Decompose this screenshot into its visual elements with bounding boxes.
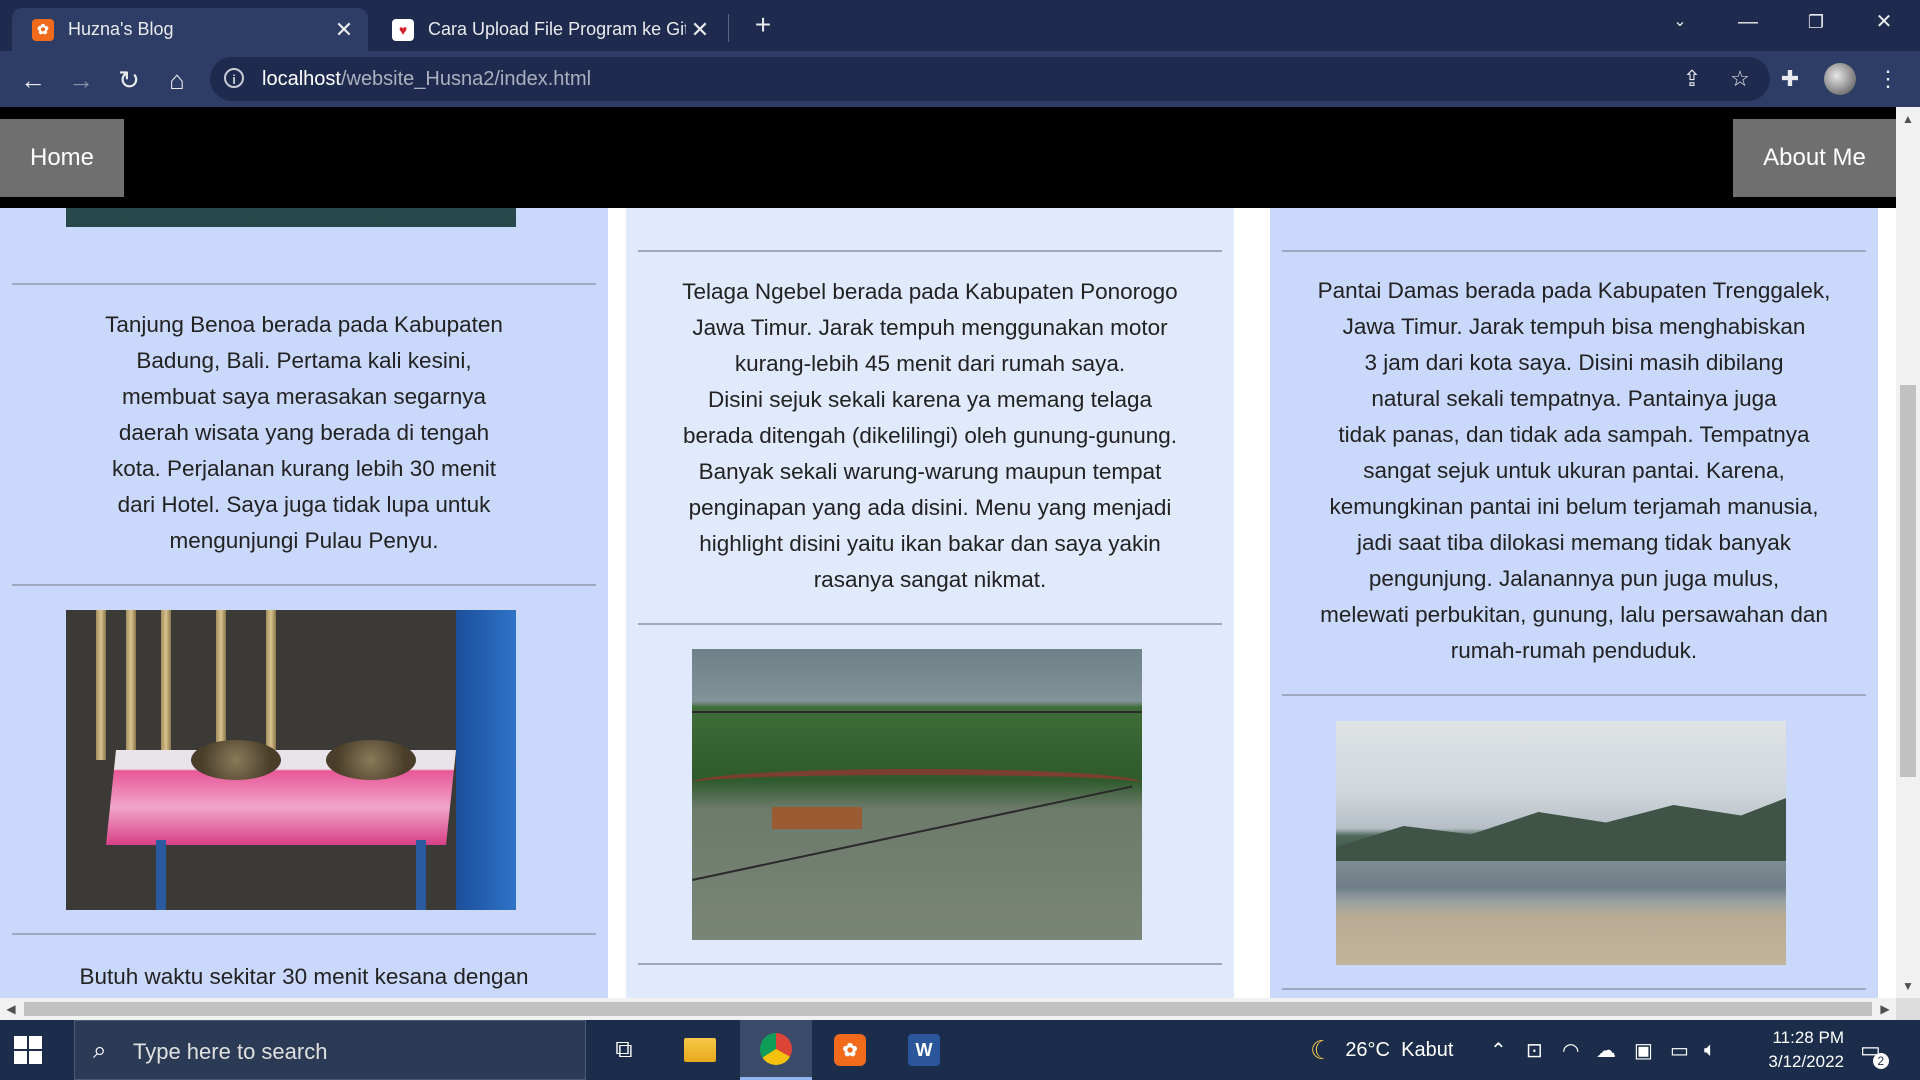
tab-cara-upload[interactable]: ♥ Cara Upload File Program ke GitHub ✕: [372, 8, 724, 51]
divider: [638, 623, 1222, 625]
onedrive-icon[interactable]: ☁: [1596, 1020, 1616, 1080]
taskbar-search-box[interactable]: ⌕ Type here to search: [74, 1020, 586, 1080]
xampp-taskbar-icon[interactable]: ✿: [814, 1020, 886, 1080]
notification-center-icon[interactable]: ▭ 2: [1860, 1020, 1889, 1080]
weather-text: 26°C Kabut: [1345, 1038, 1454, 1061]
xampp-icon: ✿: [32, 18, 54, 41]
column-gap: [608, 107, 626, 998]
tab-huznas-blog[interactable]: ✿ Huzna's Blog ✕: [12, 8, 368, 51]
paragraph-pantai-damas: Pantai Damas berada pada Kabupaten Treng…: [1317, 278, 1831, 663]
scroll-down-icon[interactable]: ▼: [1896, 974, 1920, 998]
file-explorer-icon[interactable]: [664, 1020, 736, 1080]
browser-tab-bar: ✿ Huzna's Blog ✕ ♥ Cara Upload File Prog…: [0, 0, 1920, 51]
scrollbar-corner: [1896, 998, 1920, 1020]
nav-about-me-link[interactable]: About Me: [1733, 119, 1896, 197]
task-view-icon[interactable]: ⧉: [588, 1020, 660, 1080]
windows-taskbar: ⌕ Type here to search ⧉ ✿ W ☾ 26°C Kabut…: [0, 1020, 1920, 1080]
paragraph-column-1-second: Butuh waktu sekitar 30 menit kesana deng…: [79, 964, 529, 989]
system-clock[interactable]: 11:28 PM 3/12/2022: [1734, 1026, 1844, 1074]
divider: [12, 584, 596, 586]
close-tab-icon[interactable]: ✕: [686, 17, 714, 43]
close-window-icon[interactable]: ✕: [1854, 0, 1914, 44]
page-viewport: Tanjung Benoa berada pada Kabupaten Badu…: [0, 107, 1896, 998]
scroll-up-icon[interactable]: ▲: [1896, 107, 1920, 131]
clock-date: 3/12/2022: [1768, 1052, 1844, 1071]
clock-time: 11:28 PM: [1772, 1028, 1844, 1047]
network-icon[interactable]: ◠: [1562, 1020, 1579, 1080]
menu-kebab-icon[interactable]: ⋮: [1872, 63, 1904, 95]
photo-pantai-damas: [1336, 721, 1786, 965]
url-text[interactable]: localhost/website_Husna2/index.html: [262, 68, 591, 91]
share-icon[interactable]: ⇪: [1678, 65, 1706, 93]
divider: [12, 933, 596, 935]
show-hidden-icons[interactable]: ⌃: [1490, 1020, 1507, 1080]
word-icon[interactable]: W: [888, 1020, 960, 1080]
windows-start-icon[interactable]: [14, 1036, 42, 1064]
divider: [12, 283, 596, 285]
scroll-left-icon[interactable]: ◀: [0, 998, 22, 1020]
horizontal-scrollbar[interactable]: ◀ ▶: [0, 998, 1896, 1020]
site-info-icon[interactable]: i: [224, 68, 244, 88]
weather-widget[interactable]: ☾ 26°C Kabut: [1310, 1020, 1453, 1080]
new-tab-icon[interactable]: +: [748, 10, 778, 40]
home-icon[interactable]: ⌂: [162, 65, 192, 95]
site-navbar: Home About Me: [0, 107, 1896, 208]
article-column-3: Pantai Damas berada pada Kabupaten Treng…: [1270, 107, 1878, 998]
chrome-icon[interactable]: [740, 1020, 812, 1080]
tab-title: Cara Upload File Program ke GitHub: [428, 19, 686, 39]
search-placeholder: Type here to search: [133, 1039, 328, 1064]
divider: [1282, 250, 1866, 252]
paragraph-tanjung-benoa: Tanjung Benoa berada pada Kabupaten Badu…: [105, 312, 503, 553]
scroll-right-icon[interactable]: ▶: [1874, 998, 1896, 1020]
divider: [638, 250, 1222, 252]
article-column-1: Tanjung Benoa berada pada Kabupaten Badu…: [0, 107, 608, 998]
scroll-thumb[interactable]: [1900, 385, 1916, 777]
bookmark-star-icon[interactable]: ☆: [1726, 65, 1754, 93]
column-gap: [1252, 107, 1270, 998]
close-tab-icon[interactable]: ✕: [330, 17, 358, 43]
display-icon[interactable]: ▣: [1634, 1020, 1653, 1080]
divider: [638, 963, 1222, 965]
minimize-icon[interactable]: —: [1718, 0, 1778, 44]
scroll-thumb[interactable]: [24, 1002, 1872, 1016]
search-icon: ⌕: [93, 1037, 107, 1064]
extensions-icon[interactable]: ✚: [1774, 63, 1806, 95]
paragraph-telaga-ngebel: Telaga Ngebel berada pada Kabupaten Pono…: [682, 279, 1178, 592]
nav-home-link[interactable]: Home: [0, 119, 124, 197]
tab-title: Huzna's Blog: [68, 19, 174, 39]
forward-icon[interactable]: →: [66, 65, 96, 95]
photo-telaga-ngebel: [692, 649, 1142, 940]
notification-badge: 2: [1872, 1053, 1889, 1069]
tab-search-icon[interactable]: ⌄: [1650, 0, 1710, 44]
back-icon[interactable]: ←: [18, 65, 48, 95]
meet-now-icon[interactable]: ⊡: [1526, 1020, 1543, 1080]
moon-cloud-icon: ☾: [1310, 1034, 1334, 1065]
restore-icon[interactable]: ❐: [1786, 0, 1846, 44]
divider: [1282, 988, 1866, 990]
article-column-2: Telaga Ngebel berada pada Kabupaten Pono…: [626, 107, 1234, 998]
reload-icon[interactable]: ↻: [114, 65, 144, 95]
browser-toolbar: ← → ↻ ⌂ i localhost/website_Husna2/index…: [0, 51, 1920, 107]
profile-avatar[interactable]: [1824, 63, 1856, 95]
battery-icon[interactable]: ▭: [1670, 1020, 1689, 1080]
tab-separator: [728, 14, 729, 42]
heart-favicon-icon: ♥: [392, 18, 414, 41]
volume-icon[interactable]: 🔈︎: [1704, 1020, 1716, 1080]
vertical-scrollbar[interactable]: ▲ ▼: [1896, 107, 1920, 998]
divider: [1282, 694, 1866, 696]
address-bar[interactable]: i localhost/website_Husna2/index.html ⇪ …: [210, 57, 1770, 101]
photo-pulau-penyu: [66, 610, 516, 910]
